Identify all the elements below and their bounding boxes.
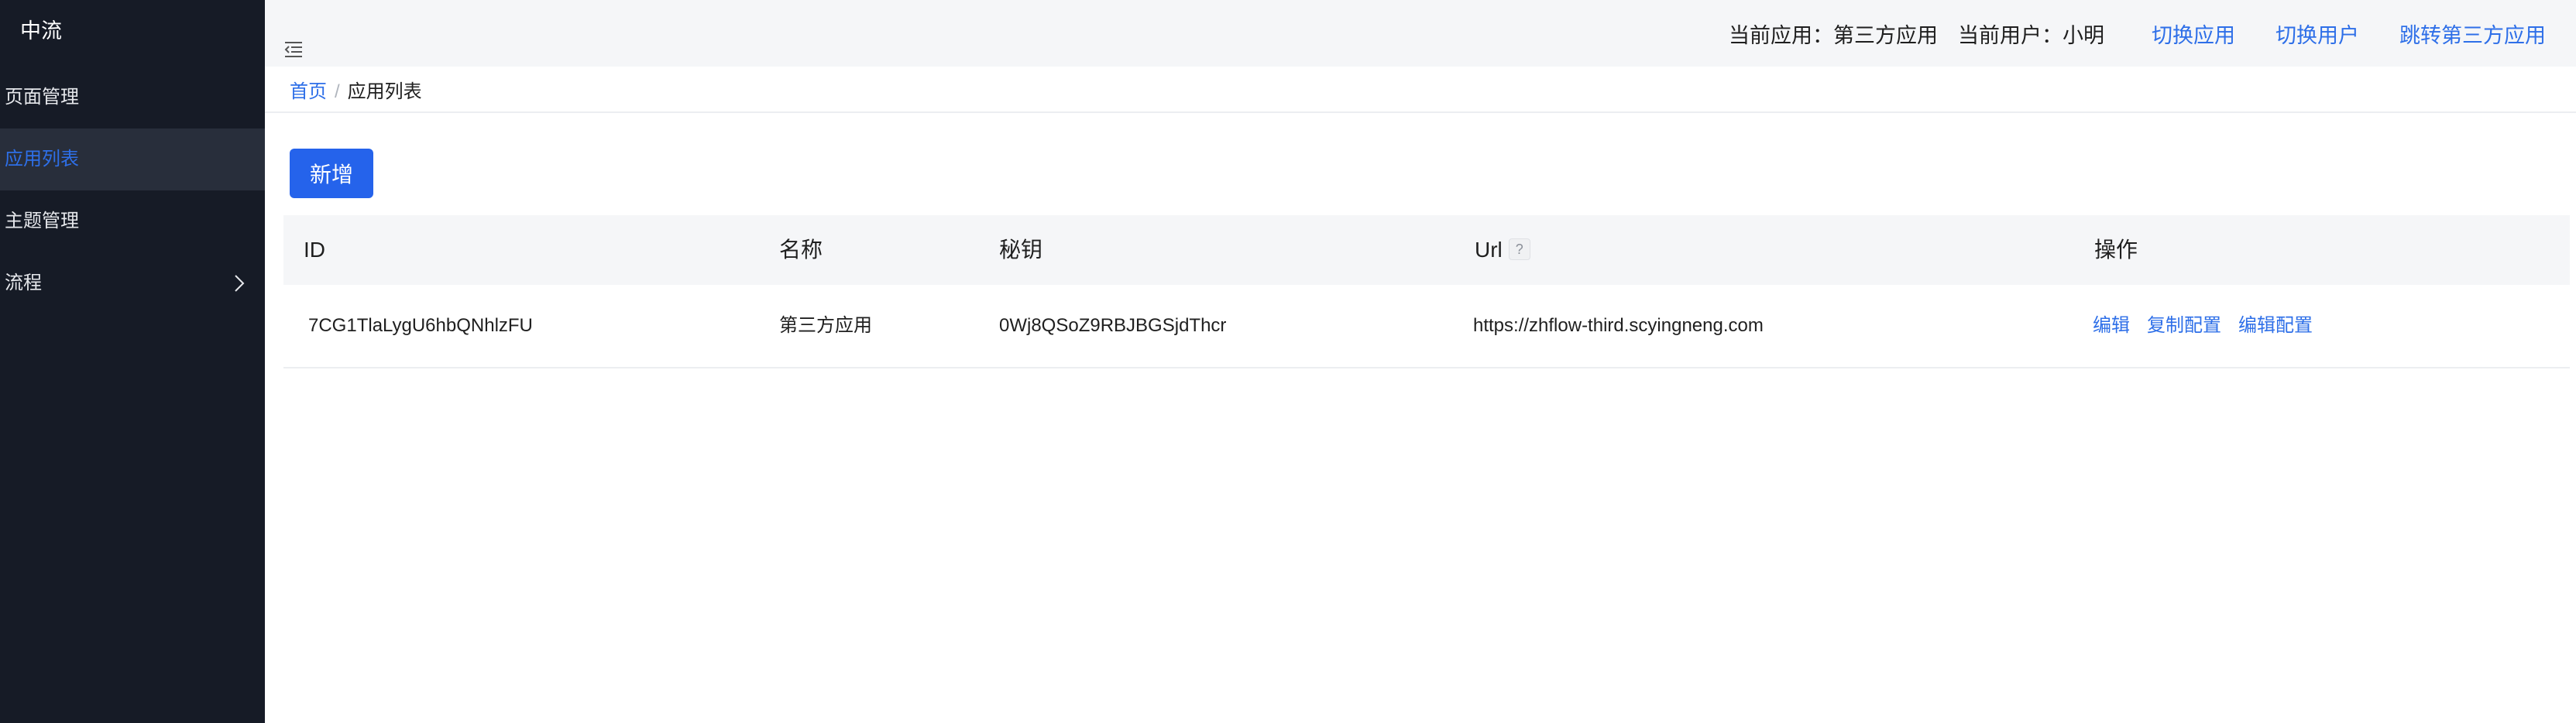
divider (265, 111, 2576, 113)
current-user-text: 当前用户：小明 (1958, 24, 2104, 47)
sidebar-item-app-list[interactable]: 应用列表 (0, 128, 265, 190)
app-logo: 中流 (20, 19, 62, 43)
column-header-secret: 秘钥 (999, 238, 1043, 262)
cell-name: 第三方应用 (779, 315, 872, 336)
column-header-actions: 操作 (2094, 238, 2138, 262)
cell-url: https://zhflow-third.scyingneng.com (1473, 315, 1764, 336)
top-header: 当前应用：第三方应用 当前用户：小明 切换应用 切换用户 跳转第三方应用 (265, 0, 2576, 67)
chevron-right-icon (234, 252, 245, 314)
jump-third-party-link[interactable]: 跳转第三方应用 (2399, 19, 2546, 49)
breadcrumb: 首页 / 应用列表 (290, 76, 422, 103)
copy-config-link[interactable]: 复制配置 (2147, 315, 2221, 336)
column-header-name: 名称 (779, 238, 823, 262)
sidebar-item-page-management[interactable]: 页面管理 (0, 67, 265, 128)
edit-config-link[interactable]: 编辑配置 (2238, 315, 2313, 336)
sidebar-item-label: 应用列表 (5, 149, 79, 170)
add-button[interactable]: 新增 (290, 149, 373, 198)
menu-collapse-icon[interactable] (283, 40, 304, 59)
cell-id: 7CG1TlaLygU6hbQNhlzFU (308, 315, 533, 336)
column-header-id: ID (304, 238, 325, 262)
cell-actions: 编辑 复制配置 编辑配置 (2093, 285, 2330, 367)
sidebar-item-process[interactable]: 流程 (0, 252, 265, 314)
sidebar: 中流 页面管理 应用列表 主题管理 流程 (0, 0, 265, 723)
help-icon[interactable]: ? (1508, 238, 1530, 260)
sidebar-item-theme-management[interactable]: 主题管理 (0, 190, 265, 252)
column-header-url-label: Url (1475, 238, 1503, 262)
sidebar-item-label: 流程 (5, 272, 42, 293)
switch-app-link[interactable]: 切换应用 (2152, 19, 2235, 49)
breadcrumb-current: 应用列表 (347, 81, 422, 102)
sidebar-item-label: 主题管理 (5, 211, 79, 231)
current-app-text: 当前应用：第三方应用 (1729, 24, 1938, 47)
app-table: ID 名称 秘钥 Url? 操作 7CG1TlaLygU6hbQNhlzFU 第… (283, 215, 2570, 368)
switch-user-link[interactable]: 切换用户 (2275, 19, 2359, 49)
table-row: 7CG1TlaLygU6hbQNhlzFU 第三方应用 0Wj8QSoZ9RBJ… (283, 285, 2570, 368)
cell-secret: 0Wj8QSoZ9RBJBGSjdThcr (999, 315, 1227, 336)
edit-link[interactable]: 编辑 (2093, 315, 2130, 336)
sidebar-item-label: 页面管理 (5, 87, 79, 108)
breadcrumb-separator: / (335, 81, 340, 102)
table-header: ID 名称 秘钥 Url? 操作 (283, 215, 2570, 285)
column-header-url: Url? (1475, 215, 1530, 285)
breadcrumb-home[interactable]: 首页 (290, 81, 327, 102)
